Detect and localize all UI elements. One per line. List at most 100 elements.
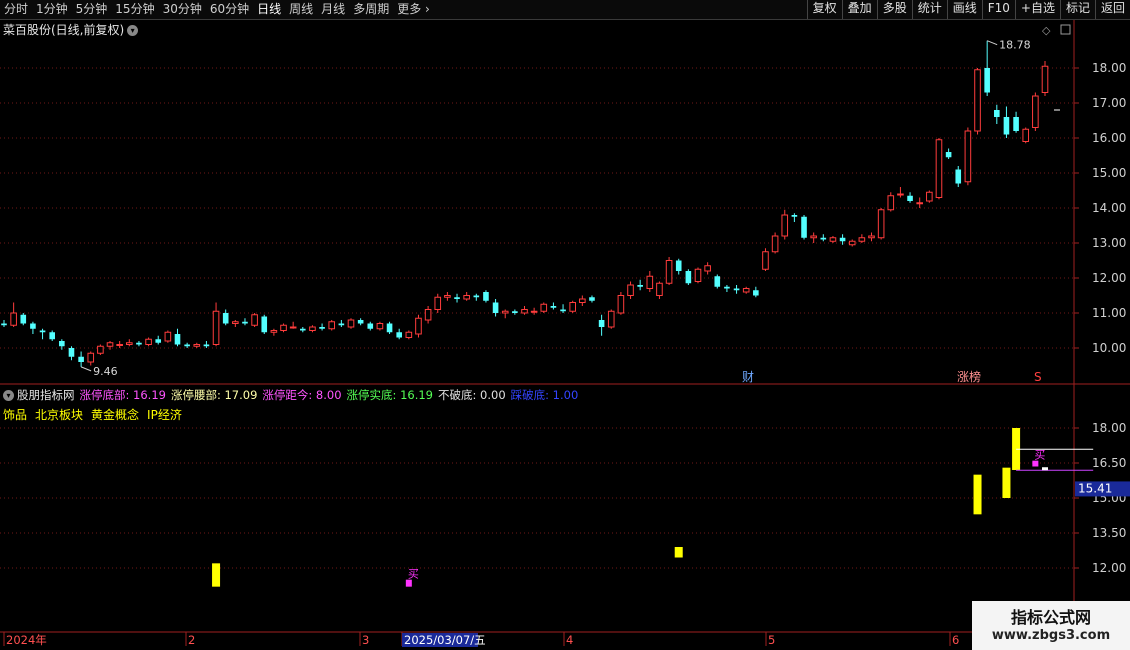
candle-body	[174, 334, 181, 345]
candle-body	[483, 292, 489, 301]
candle-body	[839, 237, 846, 242]
candle-body	[848, 240, 856, 246]
indicator-tick-label: 16.50	[1092, 456, 1126, 470]
candle-body	[203, 344, 210, 347]
candle-body	[550, 306, 557, 308]
candle-body	[357, 320, 364, 324]
candle-body	[270, 330, 278, 333]
candle-body	[30, 323, 36, 329]
watermark-title: 指标公式网	[1010, 608, 1091, 627]
buy-marker	[405, 579, 412, 587]
price-tick-label: 14.00	[1092, 201, 1126, 215]
candle-body	[762, 251, 769, 270]
candle-body	[955, 169, 962, 184]
candle-body	[116, 344, 123, 346]
candle-body	[868, 235, 875, 239]
indicator-tick-label: 18.00	[1092, 421, 1126, 435]
candle-body	[753, 290, 759, 296]
candle-body	[424, 309, 432, 321]
candle-body	[1041, 65, 1049, 93]
low-price-label: 9.46	[93, 365, 118, 378]
candle-body	[627, 284, 634, 296]
candle-body	[39, 330, 46, 333]
candle-body	[261, 316, 268, 333]
price-tick-label: 11.00	[1092, 306, 1126, 320]
high-price-label: 18.78	[999, 39, 1031, 52]
price-tick-label: 17.00	[1092, 96, 1126, 110]
candle-body	[733, 288, 740, 291]
candle-body	[251, 314, 258, 326]
candle-body	[396, 332, 402, 338]
buy-signal-label: 买	[408, 568, 419, 581]
candle-body	[694, 268, 702, 282]
indicator-tick-label: 12.00	[1092, 561, 1126, 575]
high-price-pointer	[986, 40, 998, 46]
candle-body	[858, 237, 866, 242]
candle-body	[994, 110, 1000, 117]
watermark: 指标公式网 www.zbgs3.com	[972, 601, 1130, 650]
candle-body	[820, 237, 827, 240]
watermark-url: www.zbgs3.com	[991, 628, 1111, 643]
event-s-label: S	[1034, 370, 1042, 384]
candle-body	[97, 345, 104, 354]
candle-body	[656, 282, 663, 296]
candle-body	[964, 130, 972, 183]
candle-body	[512, 311, 518, 313]
candle-body	[540, 303, 548, 312]
candle-body	[1, 323, 7, 326]
date-label: 2	[188, 633, 195, 647]
candle-body	[501, 310, 509, 314]
candle-body	[367, 323, 374, 329]
candle-body	[145, 338, 152, 345]
candle-body	[222, 313, 229, 324]
candle-body	[935, 139, 943, 198]
date-label: 3	[362, 633, 369, 647]
candle-body	[617, 295, 625, 314]
candle-body	[742, 288, 750, 293]
candle-body	[984, 68, 990, 93]
diamond-icon: ◇	[1042, 24, 1051, 37]
candle-body	[916, 202, 923, 205]
price-tick-label: 15.00	[1092, 166, 1126, 180]
candle-body	[59, 341, 65, 347]
candle-body	[724, 286, 730, 289]
candle-body	[791, 215, 798, 217]
candle-body	[164, 331, 172, 342]
candle-body	[771, 235, 779, 253]
candle-body	[232, 321, 239, 324]
candle-body	[492, 302, 499, 313]
candle-body	[675, 260, 682, 271]
candle-body	[714, 276, 721, 287]
buy-signal-label: 买	[1034, 449, 1045, 462]
candle-body	[20, 314, 27, 324]
candle-body	[184, 344, 190, 347]
candle-body	[974, 69, 981, 132]
candle-body	[907, 195, 913, 201]
candle-body	[1013, 117, 1019, 131]
candle-body	[1003, 117, 1010, 135]
candle-body	[560, 309, 566, 312]
candle-body	[87, 352, 95, 363]
candle-body	[10, 312, 17, 326]
candle-body	[685, 271, 692, 284]
candle-body	[444, 295, 451, 298]
panel-toggle-icon	[1060, 24, 1071, 35]
candle-body	[463, 295, 470, 300]
candle-body	[68, 348, 75, 357]
candle-body	[704, 265, 711, 272]
candle-body	[646, 275, 654, 289]
low-price-pointer	[80, 366, 92, 372]
candle-body	[607, 310, 615, 328]
indicator-bar	[212, 563, 221, 587]
kline-chart[interactable]: 10.00 11.00 12.00 13.00 14.00 15.00 16.00 17.00…	[0, 0, 1130, 650]
candle-body	[810, 235, 817, 239]
candle-body	[569, 302, 576, 312]
candle-body	[579, 298, 586, 303]
candle-body	[309, 326, 316, 331]
candle-body	[897, 193, 904, 196]
candle-body	[521, 309, 528, 314]
candle-body	[637, 285, 643, 287]
candle-body	[454, 297, 460, 299]
candle-body	[126, 342, 133, 345]
candle-body	[193, 344, 201, 347]
